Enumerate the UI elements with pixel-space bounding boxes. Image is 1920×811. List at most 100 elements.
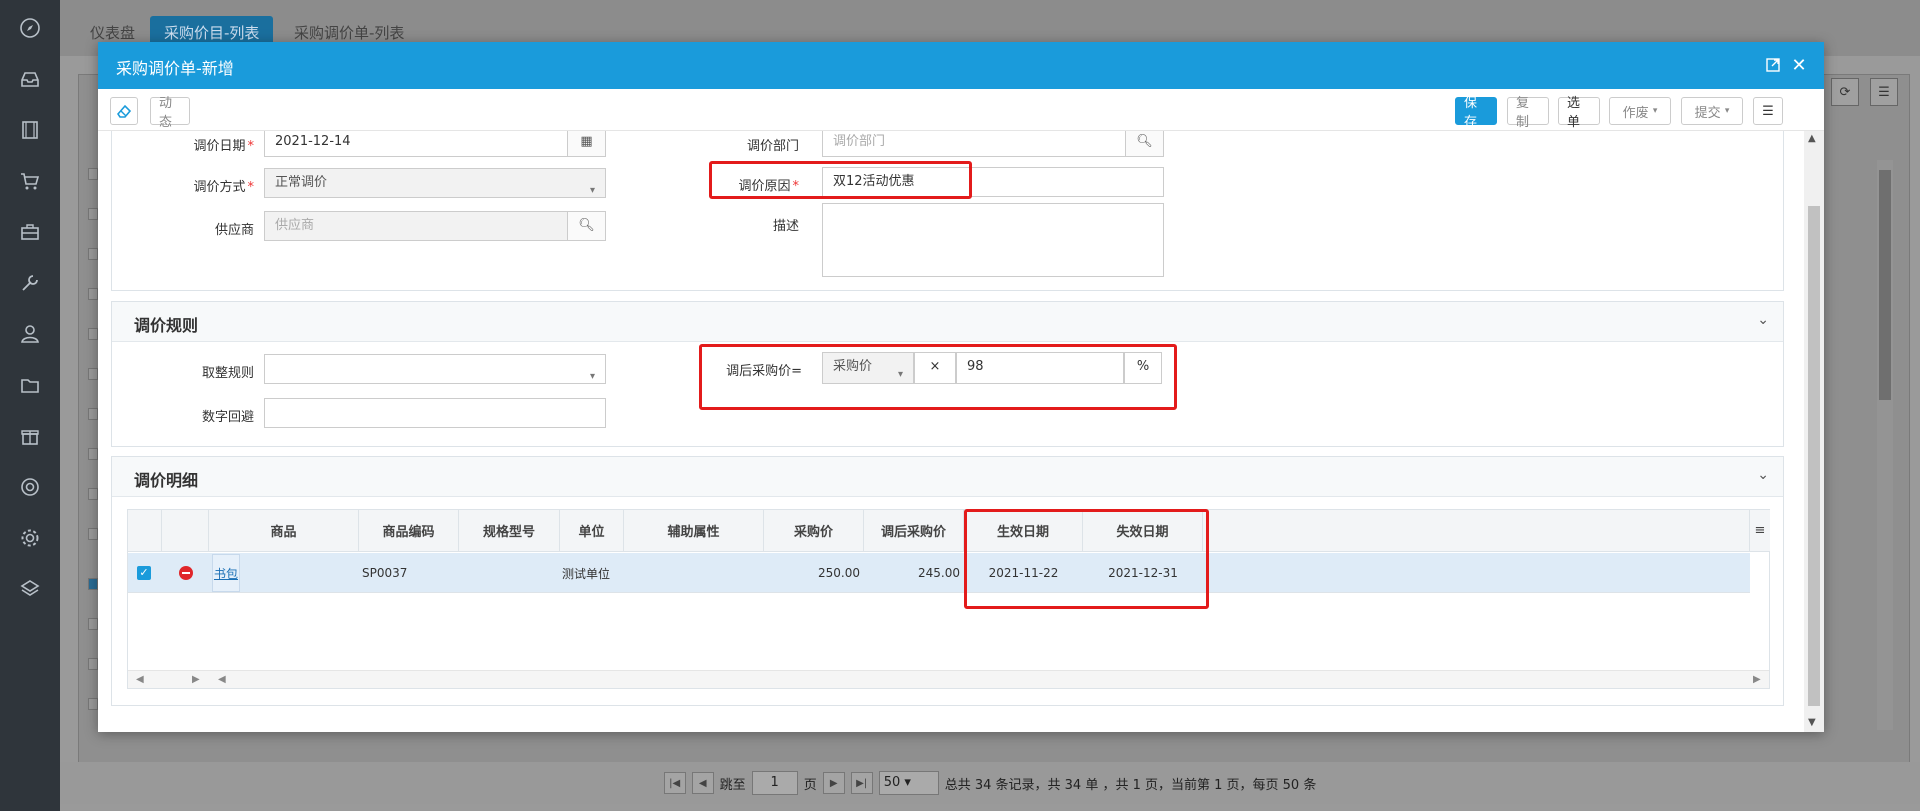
checkbox-checked-icon: ✓ <box>137 566 151 580</box>
next-page-button[interactable]: ▶ <box>822 772 845 794</box>
row-checkbox[interactable] <box>88 698 98 710</box>
more-menu-button[interactable]: ☰ <box>1753 97 1783 125</box>
row-checkbox[interactable] <box>88 528 98 540</box>
background-scrollbar[interactable] <box>1877 160 1893 730</box>
chevron-down-icon[interactable]: ⌄ <box>1757 312 1769 328</box>
row-checkbox[interactable] <box>88 208 98 220</box>
film-icon[interactable] <box>14 114 46 146</box>
row-checkbox[interactable] <box>88 408 98 420</box>
row-checkbox[interactable] <box>88 328 98 340</box>
table-row[interactable]: ✓ 书包 SP0037 测试单位 250.00 245.00 2021-11-2… <box>128 553 1750 593</box>
scroll-right-icon[interactable]: ▶ <box>1753 674 1761 685</box>
row-checkbox[interactable] <box>88 618 98 630</box>
row-checkbox[interactable] <box>88 448 98 460</box>
row-checkbox[interactable] <box>88 658 98 670</box>
layers-icon[interactable] <box>14 573 46 605</box>
search-icon[interactable]: 🔍︎ <box>567 212 605 240</box>
avoid-input[interactable] <box>264 398 606 428</box>
detail-panel-header[interactable]: 调价明细 ⌄ <box>112 457 1783 497</box>
close-icon[interactable]: ✕ <box>1788 54 1810 76</box>
eraser-icon <box>116 104 132 118</box>
highlight-reason <box>709 161 972 199</box>
void-label: 作废 <box>1622 105 1649 121</box>
purchase-price: 250.00 <box>818 566 860 580</box>
select-order-button[interactable]: 选单 <box>1558 96 1600 130</box>
menu-button[interactable]: ☰ <box>1870 78 1898 106</box>
column-header[interactable]: 单位 <box>560 510 624 552</box>
scroll-left-icon[interactable]: ◀ <box>218 674 226 685</box>
cart-icon[interactable] <box>14 165 46 197</box>
row-checkbox[interactable] <box>88 288 98 300</box>
chevron-down-icon: ▾ <box>589 371 595 382</box>
gear-icon[interactable] <box>14 522 46 554</box>
modal-body: 调价日期 * 2021-12-14 ▦ 调价方式 * 正常调价 ▾ 供应商 供应商 🔍︎ … <box>98 131 1804 732</box>
inbox-icon[interactable] <box>14 63 46 95</box>
user-icon[interactable] <box>14 318 46 350</box>
page-size-select[interactable]: 50 ▾ <box>878 771 939 795</box>
save-button[interactable]: 保存 <box>1455 96 1497 130</box>
submit-label: 提交 <box>1694 105 1721 121</box>
activity-button[interactable]: 动态 <box>150 96 190 130</box>
row-checkbox-checked[interactable] <box>88 578 98 590</box>
avoid-label: 数字回避 <box>201 410 254 425</box>
compass-icon[interactable] <box>14 12 46 44</box>
rules-panel-header[interactable]: 调价规则 ⌄ <box>112 302 1783 342</box>
detail-grid: 商品 商品编码 规格型号 单位 辅助属性 采购价 调后采购价 生效日期 失效日期… <box>127 509 1770 689</box>
detail-title: 调价明细 <box>134 471 199 490</box>
modal-title: 采购调价单-新增 <box>116 59 234 78</box>
rounding-select[interactable]: ▾ <box>264 354 606 384</box>
row-checkbox[interactable] <box>88 248 98 260</box>
method-value: 正常调价 <box>275 175 328 190</box>
gift-icon[interactable] <box>14 420 46 452</box>
delete-row-icon[interactable] <box>179 553 193 593</box>
price-adjust-modal: 采购调价单-新增 ✕ 动态 保存 复制 选单 作废 ▾ 提交 ▾ ☰ 调价日期 *… <box>98 42 1824 732</box>
column-header[interactable]: 辅助属性 <box>624 510 764 552</box>
grid-horizontal-scrollbar[interactable]: ◀ ▶ ◀ ▶ <box>128 670 1769 688</box>
dept-field[interactable]: 调价部门 🔍︎ <box>822 131 1164 157</box>
supplier-field[interactable]: 供应商 🔍︎ <box>264 211 606 241</box>
pagination-bar: |◀ ◀ 跳至 1 页 ▶ ▶| 50 ▾ 总共 34 条记录，共 34 单 ，… <box>60 762 1920 804</box>
scroll-down-icon[interactable]: ▼ <box>1808 717 1816 728</box>
column-header[interactable]: 商品 <box>209 510 359 552</box>
eraser-button[interactable] <box>110 97 138 125</box>
prev-page-button[interactable]: ◀ <box>691 772 714 794</box>
scroll-right-icon[interactable]: ▶ <box>192 674 200 685</box>
scroll-left-icon[interactable]: ◀ <box>136 674 144 685</box>
submit-dropdown[interactable]: 提交 ▾ <box>1681 97 1743 125</box>
select-column-header[interactable] <box>128 510 162 552</box>
date-field[interactable]: 2021-12-14 ▦ <box>264 131 606 157</box>
row-checkbox[interactable]: ✓ <box>137 553 151 593</box>
product-link[interactable]: 书包 <box>212 554 240 592</box>
modal-vertical-scrollbar[interactable]: ▲ ▼ <box>1804 131 1824 732</box>
wrench-icon[interactable] <box>14 267 46 299</box>
desc-textarea[interactable] <box>822 203 1164 277</box>
hamburger-icon: ☰ <box>1878 84 1890 100</box>
column-header[interactable]: 调后采购价 <box>864 510 964 552</box>
column-header[interactable]: 采购价 <box>764 510 864 552</box>
refresh-icon: ⟳ <box>1839 84 1851 100</box>
row-checkbox[interactable] <box>88 168 98 180</box>
row-checkbox[interactable] <box>88 368 98 380</box>
chevron-down-icon[interactable]: ⌄ <box>1757 467 1769 483</box>
calendar-icon[interactable]: ▦ <box>567 131 605 156</box>
row-checkbox[interactable] <box>88 488 98 500</box>
adjusted-price: 245.00 <box>918 566 960 580</box>
page-suffix: 页 <box>803 777 817 793</box>
method-select[interactable]: 正常调价 ▾ <box>264 168 606 198</box>
last-page-button[interactable]: ▶| <box>850 772 873 794</box>
briefcase-icon[interactable] <box>14 216 46 248</box>
scroll-up-icon[interactable]: ▲ <box>1808 133 1816 144</box>
folder-icon[interactable] <box>14 369 46 401</box>
void-dropdown[interactable]: 作废 ▾ <box>1609 97 1671 125</box>
refresh-button[interactable]: ⟳ <box>1831 78 1859 106</box>
copy-button[interactable]: 复制 <box>1507 96 1549 130</box>
lifebuoy-icon[interactable] <box>14 471 46 503</box>
rounding-label: 取整规则 <box>201 366 254 381</box>
column-settings-icon[interactable]: ≡ <box>1750 510 1770 552</box>
maximize-icon[interactable] <box>1762 54 1784 76</box>
column-header[interactable]: 商品编码 <box>359 510 459 552</box>
search-icon[interactable]: 🔍︎ <box>1125 131 1163 156</box>
column-header[interactable]: 规格型号 <box>459 510 560 552</box>
first-page-button[interactable]: |◀ <box>663 772 686 794</box>
page-number-input[interactable]: 1 <box>751 771 798 795</box>
